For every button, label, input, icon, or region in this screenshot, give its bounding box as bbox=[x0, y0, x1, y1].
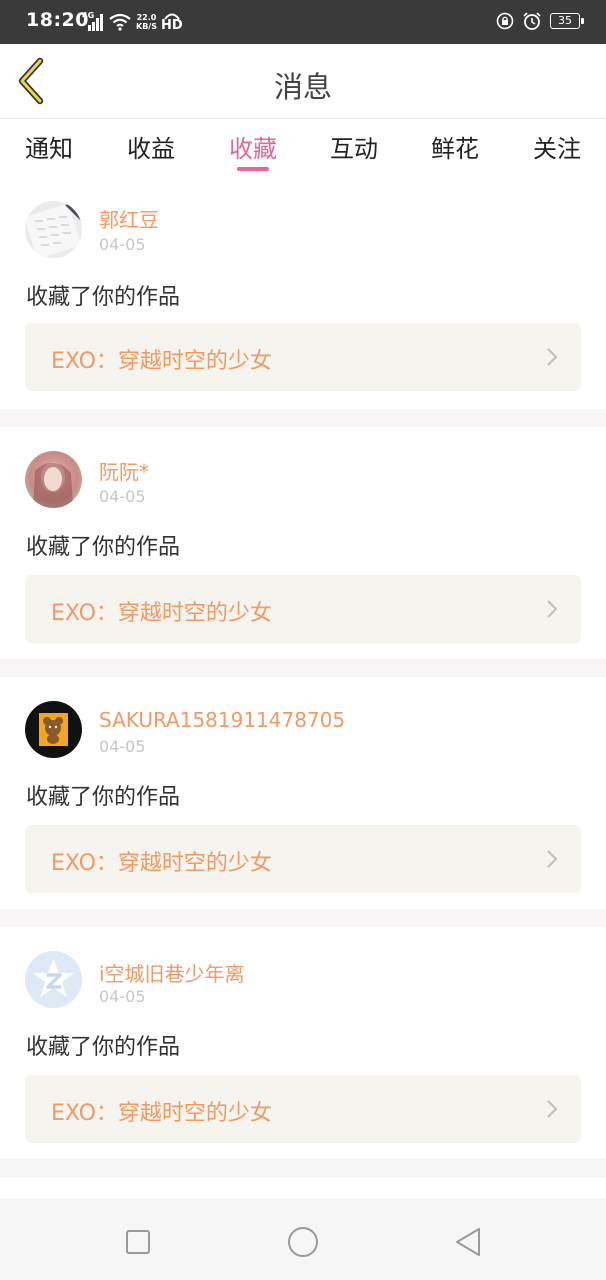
square-icon[interactable] bbox=[120, 1224, 156, 1260]
wifi-icon bbox=[108, 12, 132, 32]
net-speed: 22.0 KB/S bbox=[136, 13, 157, 31]
status-bar: 18:20 4G 22.0 KB/S HD 35 bbox=[0, 0, 606, 44]
tab-follows[interactable]: 关注 bbox=[517, 129, 597, 164]
message-action: 收藏了你的作品 bbox=[26, 285, 181, 310]
signal-icon: 4G bbox=[82, 11, 104, 32]
message-date: 04-05 bbox=[99, 487, 146, 506]
avatar[interactable] bbox=[25, 951, 82, 1008]
card-divider bbox=[0, 1159, 606, 1177]
tab-favorites[interactable]: 收藏 bbox=[213, 129, 293, 164]
triangle-back-icon[interactable] bbox=[450, 1224, 486, 1260]
message-action: 收藏了你的作品 bbox=[26, 785, 181, 810]
message-date: 04-05 bbox=[99, 737, 146, 756]
circle-icon[interactable] bbox=[285, 1224, 321, 1260]
work-link[interactable]: EXO：穿越时空的少女 bbox=[25, 825, 581, 893]
message-date: 04-05 bbox=[99, 987, 146, 1006]
status-time: 18:20 bbox=[26, 9, 89, 31]
tab-interactions[interactable]: 互动 bbox=[314, 129, 394, 164]
username[interactable]: i空城旧巷少年离 bbox=[99, 958, 245, 987]
active-tab-indicator bbox=[237, 167, 269, 171]
tab-earnings[interactable]: 收益 bbox=[111, 129, 191, 164]
lock-rotation-icon bbox=[496, 12, 514, 30]
title-bar: 消息 bbox=[0, 44, 606, 119]
hd-label: HD bbox=[160, 18, 183, 33]
message-card: i空城旧巷少年离 04-05 收藏了你的作品 EXO：穿越时空的少女 bbox=[0, 927, 606, 1159]
username[interactable]: 郭红豆 bbox=[99, 204, 159, 233]
message-action: 收藏了你的作品 bbox=[26, 535, 181, 560]
card-divider bbox=[0, 659, 606, 677]
page-title: 消息 bbox=[273, 70, 332, 104]
work-link[interactable]: EXO：穿越时空的少女 bbox=[25, 575, 581, 643]
status-right-icons: 35 bbox=[496, 11, 584, 31]
message-date: 04-05 bbox=[99, 235, 146, 254]
chevron-right-icon bbox=[547, 348, 558, 366]
battery-icon: 35 bbox=[550, 13, 584, 29]
tab-flowers[interactable]: 鲜花 bbox=[415, 129, 495, 164]
chevron-right-icon bbox=[547, 600, 558, 618]
net-speed-value: 22.0 bbox=[136, 13, 157, 22]
tab-notifications[interactable]: 通知 bbox=[9, 129, 89, 164]
hd-indicator: HD bbox=[161, 12, 183, 32]
work-link[interactable]: EXO：穿越时空的少女 bbox=[25, 323, 581, 391]
username[interactable]: 阮阮* bbox=[99, 456, 149, 485]
system-nav-bar bbox=[0, 1199, 606, 1280]
username[interactable]: SAKURA1581911478705 bbox=[99, 708, 345, 732]
status-left-icons: 4G 22.0 KB/S HD bbox=[82, 10, 183, 34]
message-card: SAKURA1581911478705 04-05 收藏了你的作品 EXO：穿越… bbox=[0, 677, 606, 909]
avatar[interactable] bbox=[25, 201, 82, 258]
alarm-icon bbox=[523, 12, 541, 30]
card-divider bbox=[0, 909, 606, 927]
tab-bar: 通知 收益 收藏 互动 鲜花 关注 bbox=[0, 119, 606, 181]
work-title: EXO：穿越时空的少女 bbox=[51, 601, 272, 626]
avatar[interactable] bbox=[25, 451, 82, 508]
work-title: EXO：穿越时空的少女 bbox=[51, 851, 272, 876]
work-link[interactable]: EXO：穿越时空的少女 bbox=[25, 1075, 581, 1143]
message-card: 阮阮* 04-05 收藏了你的作品 EXO：穿越时空的少女 bbox=[0, 427, 606, 659]
message-card: 郭红豆 04-05 收藏了你的作品 EXO：穿越时空的少女 bbox=[0, 181, 606, 413]
message-action: 收藏了你的作品 bbox=[26, 1035, 181, 1060]
work-title: EXO：穿越时空的少女 bbox=[51, 1101, 272, 1126]
chevron-right-icon bbox=[547, 850, 558, 868]
chevron-right-icon bbox=[547, 1100, 558, 1118]
avatar[interactable] bbox=[25, 701, 82, 758]
card-divider bbox=[0, 409, 606, 427]
net-speed-unit: KB/S bbox=[136, 22, 157, 31]
work-title: EXO：穿越时空的少女 bbox=[51, 349, 272, 374]
